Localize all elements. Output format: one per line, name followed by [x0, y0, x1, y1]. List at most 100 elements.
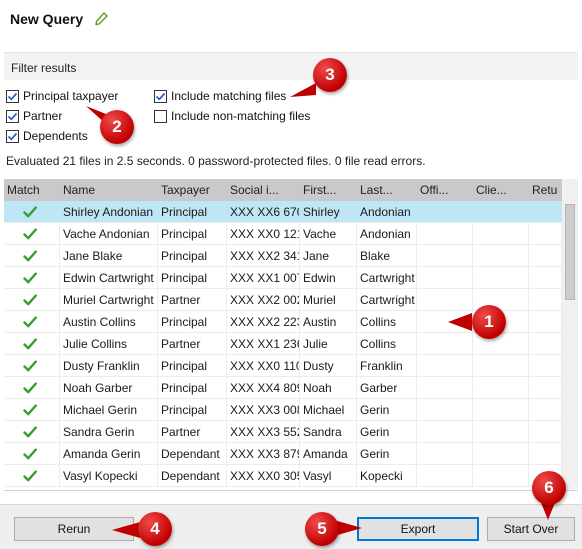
match-cell — [4, 245, 60, 266]
last-cell: Andonian — [357, 201, 417, 222]
partner-checkbox[interactable]: Partner — [6, 108, 62, 124]
column-header-first[interactable]: First... — [300, 179, 357, 201]
checkbox-box[interactable] — [154, 109, 167, 123]
principal-taxpayer-checkbox[interactable]: Principal taxpayer — [6, 88, 118, 104]
include-non-matching-files-checkbox[interactable]: Include non-matching files — [154, 108, 310, 124]
table-row[interactable]: Sandra Gerin Partner XXX XX3 552 Sandra Geri… — [4, 421, 562, 443]
taxpayer-cell: Partner — [158, 333, 227, 354]
pencil-icon[interactable] — [93, 11, 109, 27]
checkbox-box[interactable] — [6, 109, 19, 123]
column-header-client[interactable]: Clie... — [473, 179, 529, 201]
empty-cell — [529, 267, 562, 288]
table-row[interactable]: Dusty Franklin Principal XXX XX0 110 Dusty F… — [4, 355, 562, 377]
name-cell: Vasyl Kopecki — [60, 465, 158, 486]
query-title-bar: New Query — [10, 8, 109, 30]
match-cell — [4, 333, 60, 354]
evaluation-status-text: Evaluated 21 files in 2.5 seconds. 0 pas… — [6, 154, 426, 168]
taxpayer-cell: Partner — [158, 421, 227, 442]
checkbox-box[interactable] — [6, 129, 19, 143]
callout-badge-5: 5 — [305, 512, 339, 546]
callout-badge-6: 6 — [532, 471, 566, 505]
start-over-button[interactable]: Start Over — [487, 517, 575, 541]
dependents-checkbox[interactable]: Dependents — [6, 128, 88, 144]
ssn-cell: XXX XX3 552 — [227, 421, 300, 442]
table-row[interactable]: Vasyl Kopecki Dependant XXX XX0 305 Vasyl Ko… — [4, 465, 562, 487]
empty-cell — [473, 377, 529, 398]
table-row[interactable]: Noah Garber Principal XXX XX4 809 Noah Garbe… — [4, 377, 562, 399]
column-header-last[interactable]: Last... — [357, 179, 417, 201]
table-row[interactable]: Amanda Gerin Dependant XXX XX3 879 Amanda Ge… — [4, 443, 562, 465]
column-header-office[interactable]: Offi... — [417, 179, 473, 201]
page-title: New Query — [10, 11, 84, 27]
ssn-cell: XXX XX3 008 — [227, 399, 300, 420]
name-cell: Amanda Gerin — [60, 443, 158, 464]
export-button[interactable]: Export — [357, 517, 479, 541]
match-cell — [4, 421, 60, 442]
match-cell — [4, 201, 60, 222]
match-check-icon — [23, 469, 37, 481]
checkmark-icon — [155, 92, 166, 101]
match-check-icon — [23, 447, 37, 459]
taxpayer-cell: Partner — [158, 289, 227, 310]
first-cell: Sandra — [300, 421, 357, 442]
name-cell: Sandra Gerin — [60, 421, 158, 442]
include-matching-files-checkbox[interactable]: Include matching files — [154, 88, 286, 104]
column-header-name[interactable]: Name — [60, 179, 158, 201]
taxpayer-cell: Principal — [158, 399, 227, 420]
callout-1-pointer — [448, 313, 472, 331]
checkbox-label: Dependents — [23, 129, 88, 143]
checkbox-box[interactable] — [154, 89, 167, 103]
empty-cell — [529, 223, 562, 244]
empty-cell — [529, 399, 562, 420]
first-cell: Muriel — [300, 289, 357, 310]
empty-cell — [417, 267, 473, 288]
table-row[interactable]: Michael Gerin Principal XXX XX3 008 Michael… — [4, 399, 562, 421]
column-header-match[interactable]: Match — [4, 179, 60, 201]
ssn-cell: XXX XX6 670 — [227, 201, 300, 222]
checkbox-box[interactable] — [6, 89, 19, 103]
vertical-scrollbar[interactable] — [562, 179, 578, 489]
first-cell: Edwin — [300, 267, 357, 288]
empty-cell — [473, 267, 529, 288]
empty-cell — [417, 399, 473, 420]
ssn-cell: XXX XX2 002 — [227, 289, 300, 310]
ssn-cell: XXX XX3 879 — [227, 443, 300, 464]
table-row[interactable]: Edwin Cartwright Principal XXX XX1 007 Edwi… — [4, 267, 562, 289]
table-row[interactable]: Julie Collins Partner XXX XX1 236 Julie Coll… — [4, 333, 562, 355]
empty-cell — [473, 245, 529, 266]
grid-header: Match Name Taxpayer Social i... First...… — [4, 179, 562, 201]
first-cell: Shirley — [300, 201, 357, 222]
name-cell: Austin Collins — [60, 311, 158, 332]
empty-cell — [473, 421, 529, 442]
scrollbar-thumb[interactable] — [565, 204, 575, 300]
ssn-cell: XXX XX0 121 — [227, 223, 300, 244]
empty-cell — [529, 333, 562, 354]
column-header-return[interactable]: Retu — [529, 179, 562, 201]
last-cell: Cartwright — [357, 267, 417, 288]
table-row[interactable]: Jane Blake Principal XXX XX2 341 Jane Blake — [4, 245, 562, 267]
column-header-taxpayer[interactable]: Taxpayer — [158, 179, 227, 201]
checkbox-label: Principal taxpayer — [23, 89, 119, 103]
empty-cell — [473, 465, 529, 486]
empty-cell — [529, 355, 562, 376]
ssn-cell: XXX XX1 007 — [227, 267, 300, 288]
empty-cell — [417, 355, 473, 376]
column-header-social[interactable]: Social i... — [227, 179, 300, 201]
empty-cell — [417, 201, 473, 222]
empty-cell — [417, 421, 473, 442]
taxpayer-cell: Principal — [158, 267, 227, 288]
last-cell: Gerin — [357, 399, 417, 420]
ssn-cell: XXX XX0 305 — [227, 465, 300, 486]
last-cell: Collins — [357, 333, 417, 354]
table-row[interactable]: Shirley Andonian Principal XXX XX6 670 Shir… — [4, 201, 562, 223]
match-cell — [4, 443, 60, 464]
callout-badge-3: 3 — [313, 58, 347, 92]
match-cell — [4, 289, 60, 310]
match-check-icon — [23, 315, 37, 327]
checkmark-icon — [7, 132, 18, 141]
match-cell — [4, 267, 60, 288]
taxpayer-cell: Principal — [158, 245, 227, 266]
first-cell: Dusty — [300, 355, 357, 376]
table-row[interactable]: Vache Andonian Principal XXX XX0 121 Vache A… — [4, 223, 562, 245]
name-cell: Michael Gerin — [60, 399, 158, 420]
